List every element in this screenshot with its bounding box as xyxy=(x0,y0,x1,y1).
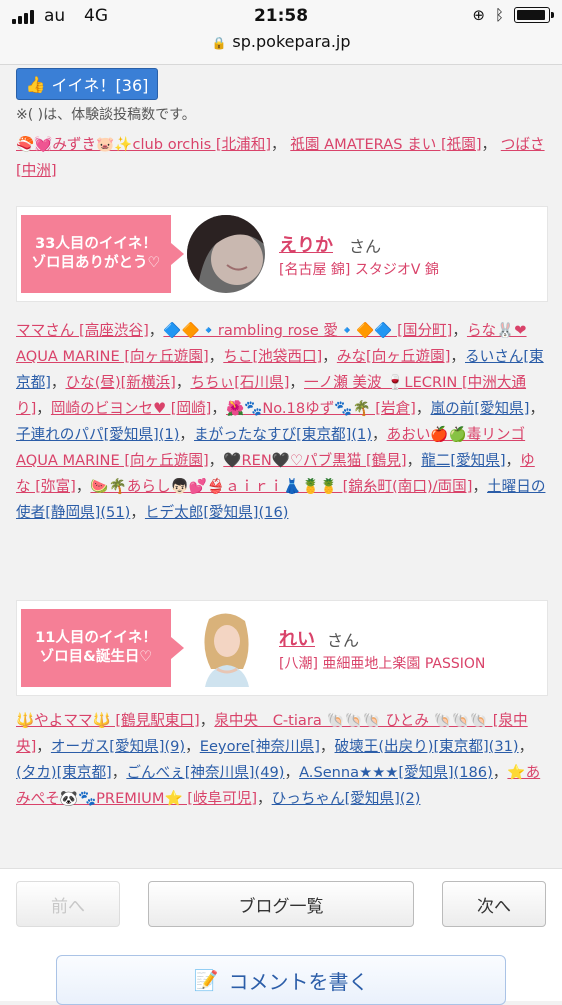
pencil-icon: 📝 xyxy=(193,968,219,992)
liker-list-3: 🔱やよママ🔱 [鶴見駅東口]，泉中央 C-tiara 🐚🐚🐚 ひとみ 🐚🐚🐚 [… xyxy=(16,708,546,812)
liker-link[interactable]: 🌺🐾No.18ゆず🐾🌴 [岩倉] xyxy=(226,400,416,417)
separator: ， xyxy=(208,452,224,469)
separator: ， xyxy=(472,478,488,495)
separator: ， xyxy=(50,374,66,391)
separator: ， xyxy=(452,322,467,339)
separator: ， xyxy=(179,426,195,443)
separator: ， xyxy=(284,764,300,781)
write-comment-button[interactable]: 📝 コメントを書く xyxy=(56,955,506,1005)
separator: ， xyxy=(211,400,226,417)
liker-link[interactable]: ひな(昼)[新横浜] xyxy=(66,374,176,391)
liker-link[interactable]: Eeyore[神奈川県] xyxy=(200,738,320,755)
status-bar: au 4G 21:58 ⊕ ᛒ 🔒 sp.pokepara.jp xyxy=(0,0,562,65)
liker-link[interactable]: 破壊王(出戻り)[東京都](31) xyxy=(335,738,519,755)
bottom-navigation: 前へ ブログ一覧 次へ 📝 コメントを書く xyxy=(0,868,562,1005)
separator: ， xyxy=(322,348,337,365)
separator: ， xyxy=(75,478,91,495)
liker-link[interactable]: まがったなすび[東京都](1) xyxy=(194,426,372,443)
separator: ， xyxy=(36,400,51,417)
blog-list-button[interactable]: ブログ一覧 xyxy=(148,881,414,927)
shop-name[interactable]: [名古屋 錦] スタジオV 錦 xyxy=(279,259,439,279)
url-text: sp.pokepara.jp xyxy=(232,32,351,51)
liker-link[interactable]: ちちぃ[石川県] xyxy=(190,374,289,391)
separator: ， xyxy=(148,322,164,339)
liker-list-2: ママさん [高座渋谷]，🔷🔶🔹rambling rose 愛🔹🔶🔷 [国分町]，… xyxy=(16,318,546,526)
liker-card-1[interactable]: 33人目のイイネ！ ゾロ目ありがとう♡ えりか さん [名古屋 錦] スタジオV… xyxy=(16,206,548,302)
shop-name[interactable]: [八潮] 亜細亜地上楽園 PASSION xyxy=(279,653,485,673)
avatar[interactable] xyxy=(187,215,265,293)
separator: ， xyxy=(415,400,431,417)
rotation-lock-icon: ⊕ xyxy=(472,6,485,24)
honorific: さん xyxy=(327,631,360,650)
separator: ， xyxy=(372,426,387,443)
separator: ， xyxy=(505,452,521,469)
separator: ， xyxy=(185,738,200,755)
separator: ， xyxy=(130,504,145,521)
liker-link[interactable]: ヒデ太郎[愛知県](16) xyxy=(145,504,289,521)
separator: ， xyxy=(111,764,127,781)
liker-link[interactable]: (タカ)[東京都] xyxy=(16,764,112,781)
liker-card-2[interactable]: 11人目のイイネ！ ゾロ目&誕生日♡ れい さん [八潮] 亜細亜地上楽園 PA… xyxy=(16,600,548,696)
liker-link[interactable]: ひっちゃん[愛知県](2) xyxy=(272,790,421,807)
liker-link[interactable]: 祇園 AMATERAS まい [祇園] xyxy=(290,136,481,153)
separator: ， xyxy=(257,790,272,807)
write-comment-label: コメントを書く xyxy=(228,969,369,994)
profile-name[interactable]: えりか xyxy=(279,231,333,257)
liker-link[interactable]: ちこ[池袋西口] xyxy=(223,348,322,365)
liker-link[interactable]: オーガス[愛知県](9) xyxy=(51,738,185,755)
battery-icon xyxy=(514,7,554,23)
separator: ， xyxy=(406,452,422,469)
milestone-ribbon: 33人目のイイネ！ ゾロ目ありがとう♡ xyxy=(21,215,184,293)
liker-list-1: 🍣💓みずき🐷✨club orchis [北浦和]， 祇園 AMATERAS まい… xyxy=(16,136,545,179)
address-bar[interactable]: 🔒 sp.pokepara.jp xyxy=(0,32,562,51)
separator: ， xyxy=(208,348,224,365)
liker-link[interactable]: 🍣💓みずき🐷✨club orchis [北浦和] xyxy=(16,136,271,153)
post-count-note: ※( )は、体験談投稿数です。 xyxy=(16,107,196,123)
bluetooth-icon: ᛒ xyxy=(494,6,504,24)
next-button[interactable]: 次へ xyxy=(442,881,546,927)
liker-link[interactable]: みな[向ヶ丘遊園] xyxy=(337,348,451,365)
separator: ， xyxy=(492,764,508,781)
separator: ， xyxy=(319,738,335,755)
thumbs-up-icon: 👍 xyxy=(25,74,46,94)
separator: ， xyxy=(518,738,534,755)
liker-link[interactable]: 🖤REN🖤♡パブ黒猫 [鶴見] xyxy=(223,452,406,469)
liker-link[interactable]: A.Senna★★★[愛知県](186) xyxy=(299,764,493,781)
separator: ， xyxy=(450,348,465,365)
milestone-ribbon: 11人目のイイネ！ ゾロ目&誕生日♡ xyxy=(21,609,184,687)
liker-link[interactable]: 🔱やよママ🔱 [鶴見駅東口] xyxy=(16,712,200,729)
liker-link[interactable]: 岡崎のビヨンセ♥ [岡崎] xyxy=(51,400,211,417)
like-button-label: イイネ！[36] xyxy=(51,76,149,95)
lock-icon: 🔒 xyxy=(211,36,227,50)
liker-link[interactable]: ママさん [高座渋谷] xyxy=(16,322,149,339)
separator: ， xyxy=(36,738,51,755)
separator: ， xyxy=(529,400,545,417)
honorific: さん xyxy=(349,237,382,256)
separator: ， xyxy=(175,374,191,391)
liker-link[interactable]: 子連れのパパ[愛知県](1) xyxy=(16,426,179,443)
profile-name[interactable]: れい xyxy=(279,625,315,651)
liker-link[interactable]: 龍二[愛知県] xyxy=(421,452,505,469)
liker-link[interactable]: 🔷🔶🔹rambling rose 愛🔹🔶🔷 [国分町] xyxy=(163,322,452,339)
avatar[interactable] xyxy=(187,609,265,687)
liker-link[interactable]: 🍉🌴あらし👦🏻💕👙ａｉｒｉ👗🍍🍍 [錦糸町(南口)/両国] xyxy=(90,478,472,495)
separator: ， xyxy=(289,374,305,391)
separator: ， xyxy=(199,712,215,729)
liker-link[interactable]: ごんべぇ[神奈川県](49) xyxy=(126,764,284,781)
liker-link[interactable]: 嵐の前[愛知県] xyxy=(430,400,529,417)
prev-button[interactable]: 前へ xyxy=(16,881,120,927)
like-button[interactable]: 👍 イイネ！[36] xyxy=(16,68,158,100)
